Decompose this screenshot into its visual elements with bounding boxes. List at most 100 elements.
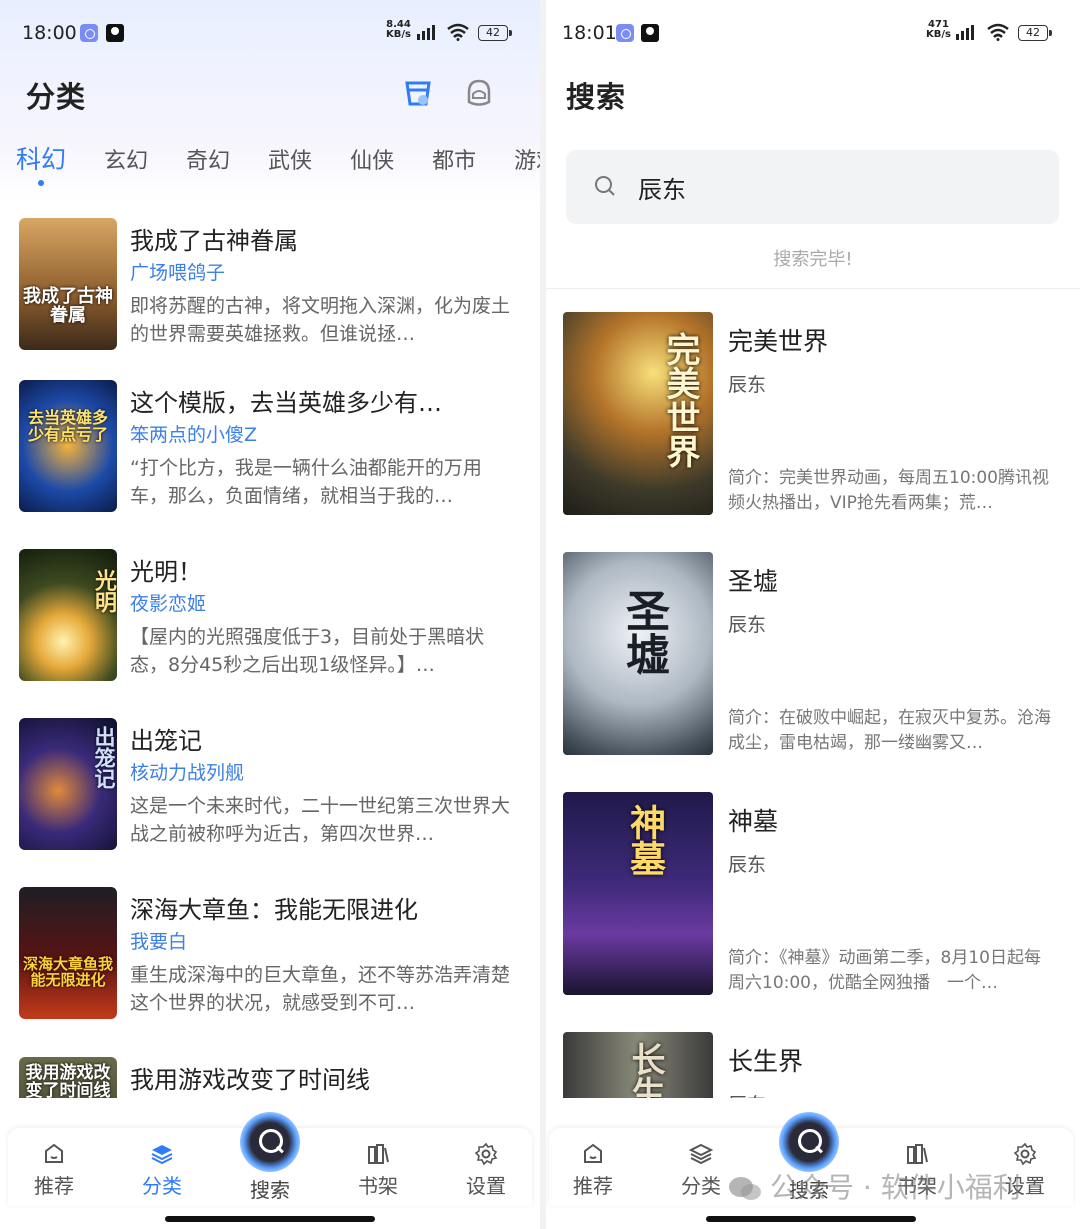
bottom-nav: 推荐 分类 搜索 书架 设置: [8, 1112, 532, 1206]
book-item[interactable]: 深海大章鱼我能无限进化 深海大章鱼：我能无限进化 我要白 重生成深海中的巨大章鱼…: [19, 887, 519, 1027]
home-icon: [584, 1143, 602, 1163]
wifi-icon: [447, 23, 469, 41]
page-title: 分类: [26, 80, 87, 114]
app-notification-icon: [616, 24, 634, 42]
book-author[interactable]: 广场喂鸽子: [130, 258, 225, 285]
book-title: 完美世界: [728, 327, 829, 356]
book-description: 即将苏醒的古神，将文明拖入深渊，化为废土的世界需要英雄拯救。但谁说拯…: [130, 295, 511, 345]
book-title: 深海大章鱼：我能无限进化: [130, 896, 418, 924]
tab-wuxia[interactable]: 武侠: [268, 143, 312, 175]
status-bar: 18:01 471 KB/s 42: [546, 18, 1080, 50]
book-author[interactable]: 核动力战列舰: [130, 758, 244, 785]
search-status: 搜索完毕!: [773, 249, 853, 270]
nav-bookshelf[interactable]: 书架: [348, 1142, 408, 1199]
book-description: 【屋内的光照强度低于3，目前处于黑暗状态，8分45秒之后出现1级怪异。】…: [130, 626, 485, 676]
category-screen: 18:00 8.44 KB/s 42 分类 科幻 玄幻 奇幻 武侠 仙侠 都市 游…: [0, 0, 540, 1229]
wechat-icon: [729, 1177, 761, 1200]
search-input[interactable]: 辰东: [566, 150, 1059, 224]
home-indicator[interactable]: [706, 1216, 916, 1222]
book-cover: 神墓: [563, 792, 713, 995]
battery-icon: 42: [1018, 25, 1052, 41]
watermark: 公众号 · 软件小福利: [728, 1166, 1021, 1206]
book-author[interactable]: 笨两点的小傻Z: [130, 420, 257, 447]
network-speed: 8.44 KB/s: [386, 19, 411, 40]
book-title: 我成了古神眷属: [130, 227, 298, 255]
bookshelf-icon: [368, 1144, 389, 1164]
book-description: 简介：完美世界动画，每周五10:00腾讯视频火热播出，VIP抢先看两集；荒…: [728, 468, 1049, 513]
book-item[interactable]: 出笼记 出笼记 核动力战列舰 这是一个未来时代，二十一世纪第三次世界大战之前被称…: [19, 718, 519, 858]
nav-category[interactable]: 分类: [132, 1142, 192, 1199]
tab-xuanhuan[interactable]: 玄幻: [104, 143, 148, 175]
tab-scifi[interactable]: 科幻: [16, 140, 66, 186]
book-item[interactable]: 我成了古神眷属 我成了古神眷属 广场喂鸽子 即将苏醒的古神，将文明拖入深渊，化为…: [19, 218, 519, 358]
book-author[interactable]: 夜影恋姬: [130, 589, 206, 616]
nav-settings[interactable]: 设置: [456, 1142, 516, 1199]
nav-category[interactable]: 分类: [671, 1142, 731, 1199]
book-title: 我用游戏改变了时间线: [130, 1066, 370, 1094]
signal-icon: [417, 25, 435, 40]
search-query: 辰东: [638, 176, 686, 204]
search-screen: 18:01 471 KB/s 42 搜索 辰东 搜索完毕! 完美世界 完美世界 辰…: [546, 0, 1080, 1229]
app-notification-icon-2: [641, 24, 659, 42]
nav-search-label[interactable]: 搜索: [240, 1174, 300, 1203]
search-fab[interactable]: [779, 1112, 839, 1172]
search-result-item[interactable]: 圣墟 圣墟 辰东 简介：在破败中崛起，在寂灭中复苏。沧海成尘，雷电枯竭，那一缕幽…: [563, 552, 1063, 757]
home-icon: [45, 1143, 63, 1163]
cup-icon[interactable]: [403, 78, 433, 108]
search-result-item[interactable]: 完美世界 完美世界 辰东 简介：完美世界动画，每周五10:00腾讯视频火热播出，…: [563, 312, 1063, 517]
network-speed: 471 KB/s: [926, 19, 951, 40]
category-tabs: 科幻 玄幻 奇幻 武侠 仙侠 都市 游戏 灵: [16, 140, 540, 186]
book-cover: 光明: [19, 549, 117, 681]
gear-icon: [1013, 1142, 1037, 1166]
nav-recommend[interactable]: 推荐: [24, 1142, 84, 1199]
book-cover: 我用游戏改变了时间线: [19, 1057, 117, 1098]
book-author: 辰东: [728, 1090, 766, 1098]
book-title: 这个模版，去当英雄多少有…: [130, 389, 442, 417]
book-cover: 长生: [563, 1032, 713, 1098]
book-cover: 深海大章鱼我能无限进化: [19, 887, 117, 1019]
search-icon: [595, 176, 615, 196]
book-cover: 我成了古神眷属: [19, 218, 117, 350]
tab-xianxia[interactable]: 仙侠: [350, 143, 394, 175]
book-title: 光明！: [130, 558, 202, 586]
book-title: 长生界: [728, 1047, 804, 1076]
layers-icon: [689, 1143, 713, 1165]
nav-recommend[interactable]: 推荐: [563, 1142, 623, 1199]
search-result-item[interactable]: 长生 长生界 辰东: [563, 1032, 1063, 1098]
book-item[interactable]: 去当英雄多少有点亏了 这个模版，去当英雄多少有… 笨两点的小傻Z “打个比方，我…: [19, 380, 519, 520]
page-title: 搜索: [566, 80, 627, 114]
battery-icon: 42: [478, 25, 512, 41]
book-cover: 完美世界: [563, 312, 713, 515]
book-author: 辰东: [728, 854, 767, 876]
book-description: 简介：《神墓》动画第二季，8月10日起每周六10:00，优酷全网独播 一个…: [728, 948, 1041, 993]
book-description: “打个比方，我是一辆什么油都能开的万用车，那么，负面情绪，就相当于我的…: [130, 457, 482, 507]
book-item[interactable]: 我用游戏改变了时间线 我用游戏改变了时间线: [19, 1057, 519, 1098]
book-description: 这是一个未来时代，二十一世纪第三次世界大战之前被称呼为近古，第四次世界…: [130, 795, 511, 845]
tab-fantasy[interactable]: 奇幻: [186, 143, 230, 175]
book-item[interactable]: 光明 光明！ 夜影恋姬 【屋内的光照强度低于3，目前处于黑暗状态，8分45秒之后…: [19, 549, 519, 689]
book-cover: 圣墟: [563, 552, 713, 755]
app-notification-icon: [80, 24, 98, 42]
book-author: 辰东: [728, 614, 767, 636]
book-title: 圣墟: [728, 567, 779, 596]
wifi-icon: [987, 23, 1009, 41]
home-indicator[interactable]: [165, 1216, 375, 1222]
book-cover: 去当英雄多少有点亏了: [19, 380, 117, 512]
gear-icon: [474, 1142, 498, 1166]
status-time: 18:00: [22, 22, 77, 44]
tab-game[interactable]: 游戏: [514, 143, 540, 175]
search-result-item[interactable]: 神墓 神墓 辰东 简介：《神墓》动画第二季，8月10日起每周六10:00，优酷全…: [563, 792, 1063, 997]
app-notification-icon-2: [106, 24, 124, 42]
status-time: 18:01: [562, 22, 617, 44]
helmet-icon[interactable]: [464, 78, 494, 108]
book-title: 出笼记: [130, 727, 202, 755]
divider: [546, 288, 1080, 289]
tab-urban[interactable]: 都市: [432, 143, 476, 175]
book-author: 辰东: [728, 374, 767, 396]
book-description: 简介：在破败中崛起，在寂灭中复苏。沧海成尘，雷电枯竭，那一缕幽雾又…: [728, 708, 1051, 753]
book-author[interactable]: 我要白: [130, 927, 187, 954]
layers-icon: [151, 1145, 173, 1165]
status-bar: 18:00 8.44 KB/s 42: [0, 18, 540, 50]
search-fab[interactable]: [240, 1112, 300, 1172]
book-description: 重生成深海中的巨大章鱼，还不等苏浩弄清楚这个世界的状况，就感受到不可…: [130, 964, 511, 1014]
